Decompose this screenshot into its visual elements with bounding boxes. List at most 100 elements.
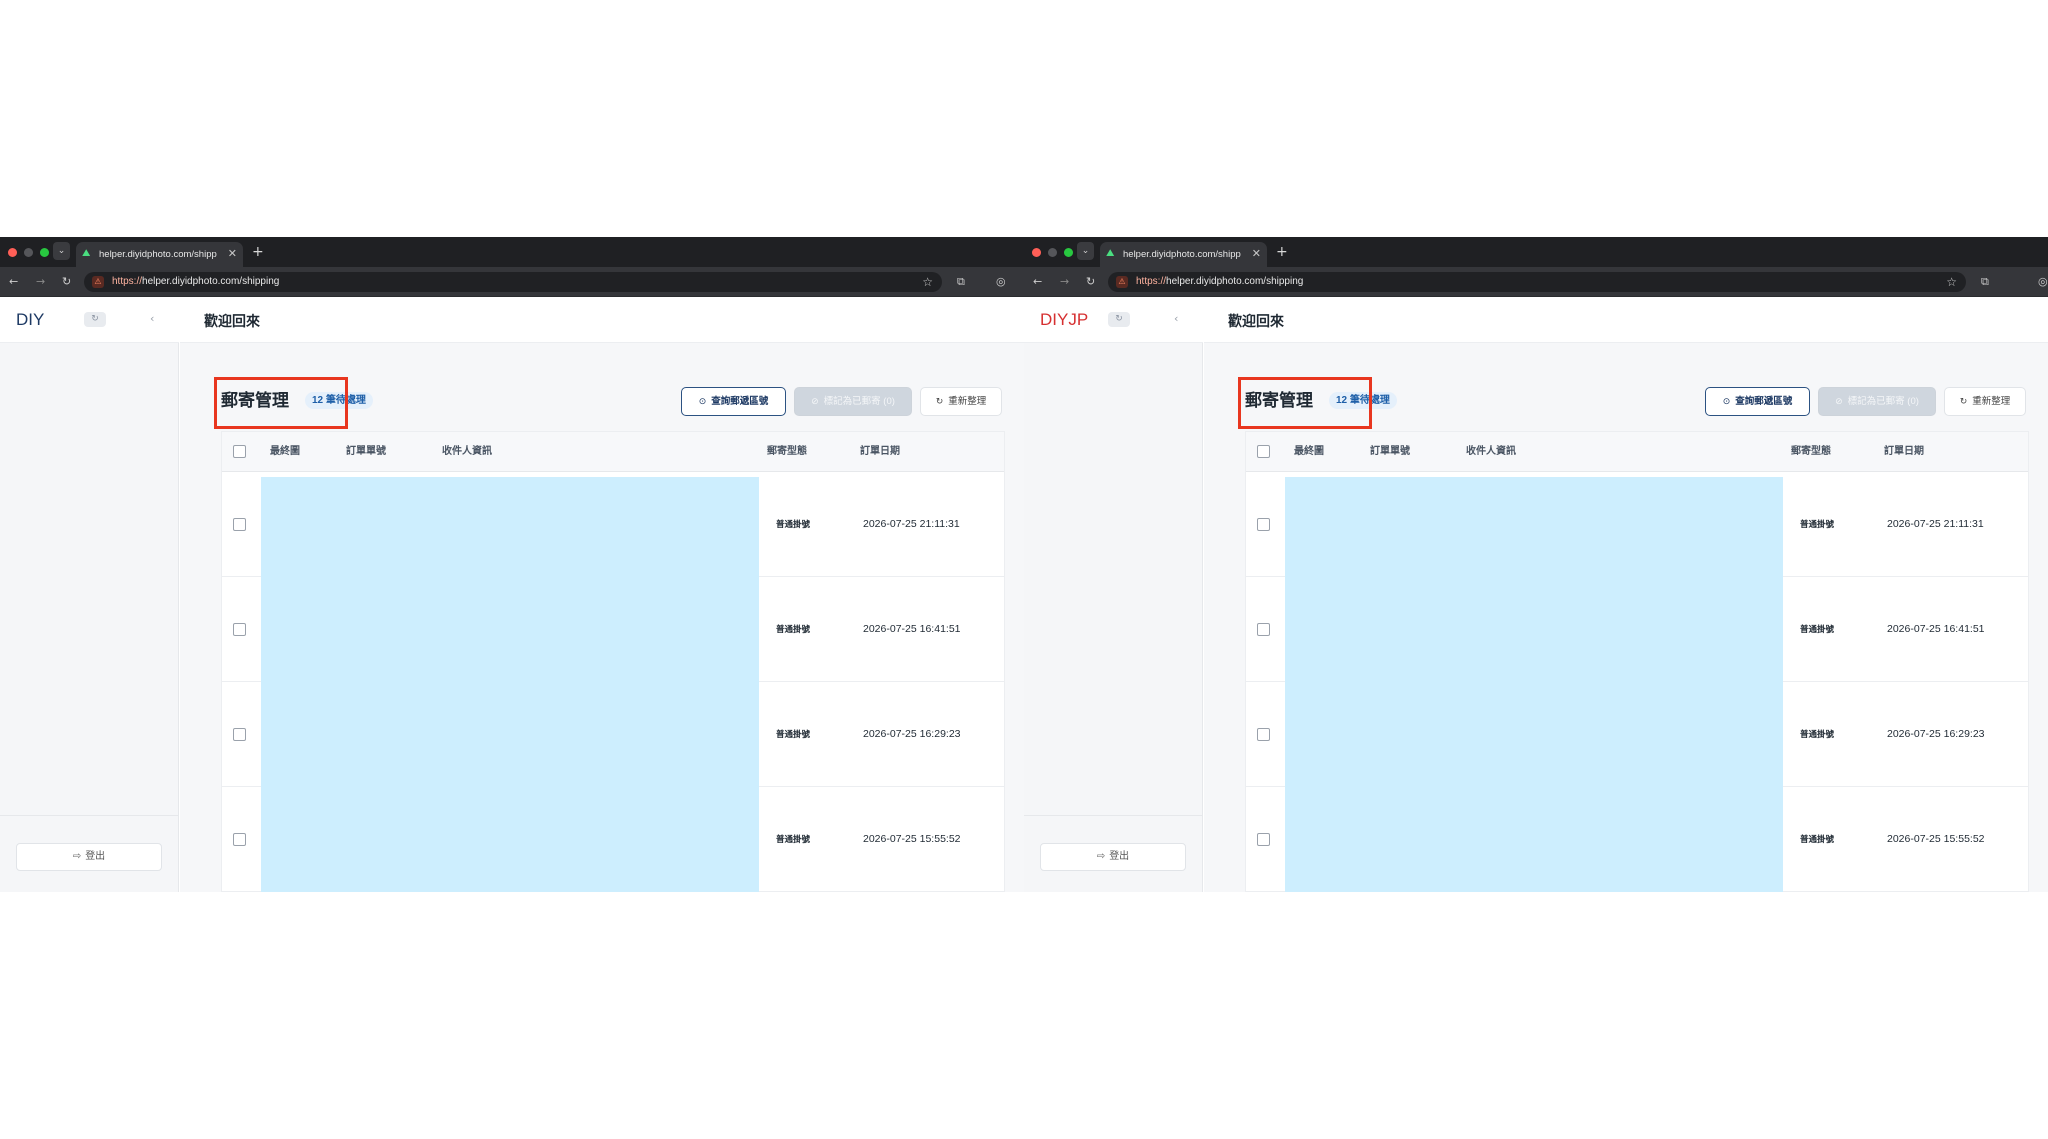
sidebar: DIYJP ↻ ‹ ⇨ 登出 bbox=[1024, 297, 1203, 892]
chevron-down-icon[interactable]: ⌄ bbox=[53, 242, 70, 260]
chevron-left-icon[interactable]: ‹ bbox=[1174, 311, 1178, 327]
extensions-icon[interactable]: ⧉ bbox=[957, 274, 965, 290]
query-zipcode-button[interactable]: ⊙ 查詢郵遞區號 bbox=[1705, 387, 1810, 416]
browser-toolbar: ← → ↻ ⚠ https://helper.diyidphoto.com/sh… bbox=[0, 267, 1024, 297]
bottom-whitespace bbox=[0, 892, 2048, 1139]
window-minimize-button[interactable] bbox=[24, 248, 33, 257]
address-bar[interactable]: ⚠ https://helper.diyidphoto.com/shipping… bbox=[1108, 272, 1966, 292]
row-checkbox[interactable] bbox=[1257, 518, 1270, 531]
column-header-final-image[interactable]: 最終圖 bbox=[270, 445, 300, 459]
star-icon[interactable]: ☆ bbox=[922, 274, 933, 290]
shipping-type-cell: 普通掛號 bbox=[1800, 624, 1835, 634]
column-header-order-date[interactable]: 訂單日期 bbox=[1884, 445, 1924, 459]
window-close-button[interactable] bbox=[1032, 248, 1041, 257]
arrow-left-icon[interactable]: ← bbox=[1033, 275, 1042, 289]
browser-toolbar: ← → ↻ ⚠ https://helper.diyidphoto.com/sh… bbox=[1024, 267, 2048, 297]
row-checkbox[interactable] bbox=[1257, 833, 1270, 846]
window-zoom-button[interactable] bbox=[1064, 248, 1073, 257]
column-header-shipping-type[interactable]: 郵寄型態 bbox=[1791, 445, 1831, 459]
window-minimize-button[interactable] bbox=[1048, 248, 1057, 257]
screenshot-panel-diyjp: ⌄ ⛰ helper.diyidphoto.com/shipping ✕ + ←… bbox=[1024, 237, 2048, 892]
refresh-button[interactable]: ↻ 重新整理 bbox=[920, 387, 1002, 416]
main-header: 歡迎回來 bbox=[1204, 297, 2048, 343]
column-header-recipient[interactable]: 收件人資訊 bbox=[1466, 445, 1516, 459]
column-header-order-date[interactable]: 訂單日期 bbox=[860, 445, 900, 459]
tab-title: helper.diyidphoto.com/shipping bbox=[99, 249, 217, 260]
highlight-box bbox=[1238, 377, 1372, 429]
site-info-icon[interactable]: ⚠ bbox=[1116, 276, 1128, 288]
close-icon[interactable]: ✕ bbox=[1252, 247, 1261, 261]
shipping-table: 最終圖 訂單單號 收件人資訊 郵寄型態 訂單日期 普通掛號 2026-07-25… bbox=[221, 431, 1005, 892]
mark-shipped-button[interactable]: ⊘ 標記為已郵寄 (0) bbox=[794, 387, 912, 416]
browser-tab[interactable]: ⛰ helper.diyidphoto.com/shipping ✕ bbox=[1100, 242, 1267, 267]
url-text: https://helper.diyidphoto.com/shipping bbox=[112, 276, 280, 287]
reload-icon[interactable]: ↻ bbox=[1086, 275, 1095, 289]
arrow-right-icon[interactable]: → bbox=[1060, 275, 1069, 289]
window-close-button[interactable] bbox=[8, 248, 17, 257]
address-bar[interactable]: ⚠ https://helper.diyidphoto.com/shipping… bbox=[84, 272, 942, 292]
close-icon[interactable]: ✕ bbox=[228, 247, 237, 261]
column-header-order-number[interactable]: 訂單單號 bbox=[1370, 445, 1410, 459]
shipping-type-cell: 普通掛號 bbox=[776, 834, 811, 844]
window-zoom-button[interactable] bbox=[40, 248, 49, 257]
row-checkbox[interactable] bbox=[1257, 728, 1270, 741]
site-info-icon[interactable]: ⚠ bbox=[92, 276, 104, 288]
check-circle-icon: ⊘ bbox=[811, 397, 819, 407]
main-content: 歡迎回來 郵寄管理 12 筆待處理 ⊙ 查詢郵遞區號 ⊘ 標記為已郵寄 (0) ↻ 重… bbox=[180, 297, 1024, 892]
chevron-down-icon[interactable]: ⌄ bbox=[1077, 242, 1094, 260]
order-date-cell: 2026-07-25 15:55:52 bbox=[863, 833, 961, 845]
main-content: 歡迎回來 郵寄管理 12 筆待處理 ⊙ 查詢郵遞區號 ⊘ 標記為已郵寄 (0) ↻ 重… bbox=[1204, 297, 2048, 892]
shipping-type-cell: 普通掛號 bbox=[1800, 834, 1835, 844]
browser-tab[interactable]: ⛰ helper.diyidphoto.com/shipping ✕ bbox=[76, 242, 243, 267]
plus-icon[interactable]: + bbox=[252, 244, 264, 260]
column-header-shipping-type[interactable]: 郵寄型態 bbox=[767, 445, 807, 459]
url-text: https://helper.diyidphoto.com/shipping bbox=[1136, 276, 1304, 287]
row-checkbox[interactable] bbox=[233, 833, 246, 846]
chevron-left-icon[interactable]: ‹ bbox=[150, 311, 154, 327]
search-icon: ⊙ bbox=[1722, 397, 1731, 407]
sidebar: DIY ↻ ‹ ⇨ 登出 bbox=[0, 297, 179, 892]
plus-icon[interactable]: + bbox=[1276, 244, 1288, 260]
mark-shipped-button[interactable]: ⊘ 標記為已郵寄 (0) bbox=[1818, 387, 1936, 416]
logout-button[interactable]: ⇨ 登出 bbox=[16, 843, 162, 871]
row-checkbox[interactable] bbox=[233, 623, 246, 636]
arrow-left-icon[interactable]: ← bbox=[9, 275, 18, 289]
row-checkbox[interactable] bbox=[1257, 623, 1270, 636]
order-date-cell: 2026-07-25 21:11:31 bbox=[863, 518, 960, 530]
shipping-type-cell: 普通掛號 bbox=[776, 624, 811, 634]
column-header-final-image[interactable]: 最終圖 bbox=[1294, 445, 1324, 459]
column-header-order-number[interactable]: 訂單單號 bbox=[346, 445, 386, 459]
screenshot-panel-diy: ⌄ ⛰ helper.diyidphoto.com/shipping ✕ + ←… bbox=[0, 237, 1024, 892]
logout-icon: ⇨ bbox=[72, 851, 82, 862]
welcome-text: 歡迎回來 bbox=[204, 313, 260, 329]
sidebar-header: DIYJP ↻ ‹ bbox=[1024, 297, 1203, 343]
profile-icon[interactable]: ◎ bbox=[2038, 274, 2048, 290]
arrow-right-icon[interactable]: → bbox=[36, 275, 45, 289]
table-header: 最終圖 訂單單號 收件人資訊 郵寄型態 訂單日期 bbox=[222, 432, 1004, 472]
screenshot-comparison: ⌄ ⛰ helper.diyidphoto.com/shipping ✕ + ←… bbox=[0, 237, 2048, 892]
brand-logo[interactable]: DIYJP bbox=[1040, 310, 1088, 330]
reload-icon[interactable]: ↻ bbox=[62, 275, 71, 289]
app: DIYJP ↻ ‹ ⇨ 登出 歡迎回來 郵寄管理 12 筆待處理 ⊙ 查詢郵遞區號 bbox=[1024, 297, 2048, 892]
welcome-text: 歡迎回來 bbox=[1228, 313, 1284, 329]
extensions-icon[interactable]: ⧉ bbox=[1981, 274, 1989, 290]
sidebar-divider bbox=[0, 815, 179, 816]
mark-shipped-label: 標記為已郵寄 (0) bbox=[1847, 396, 1919, 407]
select-all-checkbox[interactable] bbox=[233, 445, 246, 458]
column-header-recipient[interactable]: 收件人資訊 bbox=[442, 445, 492, 459]
logout-button[interactable]: ⇨ 登出 bbox=[1040, 843, 1186, 871]
query-zipcode-button[interactable]: ⊙ 查詢郵遞區號 bbox=[681, 387, 786, 416]
row-checkbox[interactable] bbox=[233, 518, 246, 531]
mark-shipped-label: 標記為已郵寄 (0) bbox=[823, 396, 895, 407]
shipping-type-cell: 普通掛號 bbox=[776, 729, 811, 739]
refresh-icon[interactable]: ↻ bbox=[1108, 312, 1130, 327]
order-date-cell: 2026-07-25 15:55:52 bbox=[1887, 833, 1985, 845]
brand-logo[interactable]: DIY bbox=[16, 310, 44, 330]
profile-icon[interactable]: ◎ bbox=[996, 274, 1006, 290]
select-all-checkbox[interactable] bbox=[1257, 445, 1270, 458]
row-checkbox[interactable] bbox=[233, 728, 246, 741]
star-icon[interactable]: ☆ bbox=[1946, 274, 1957, 290]
app: DIY ↻ ‹ ⇨登出 歡迎回來 郵寄管理 12 筆待處理 ⊙查詢郵遞區號 bbox=[0, 297, 1024, 892]
refresh-icon[interactable]: ↻ bbox=[84, 312, 106, 327]
refresh-button[interactable]: ↻ 重新整理 bbox=[1944, 387, 2026, 416]
